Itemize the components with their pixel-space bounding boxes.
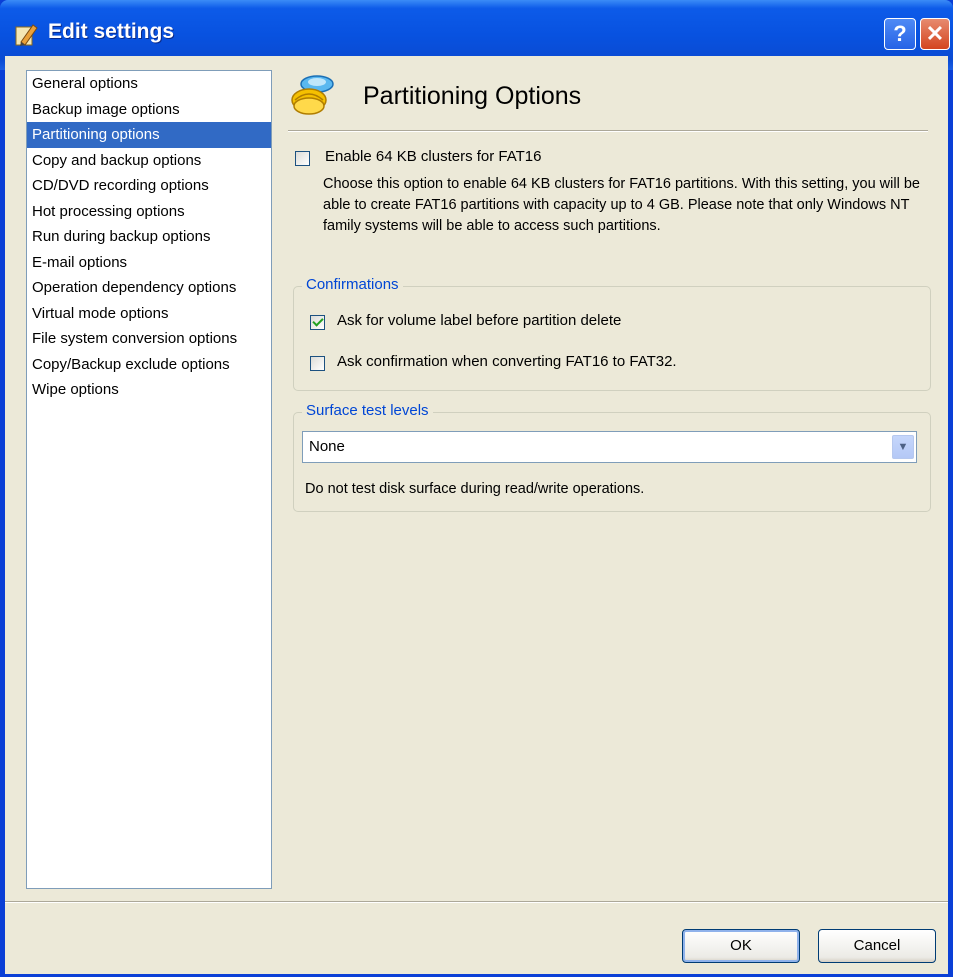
dropdown-arrow-icon[interactable]: ▼	[892, 435, 914, 459]
ask-convert-fat32-checkbox[interactable]	[310, 356, 325, 371]
surface-test-description: Do not test disk surface during read/wri…	[305, 481, 645, 497]
nav-item-wipe-options[interactable]: Wipe options	[27, 377, 271, 403]
confirmations-group: Confirmations	[293, 276, 931, 391]
nav-item-file-system-conversion-options[interactable]: File system conversion options	[27, 326, 271, 352]
confirmations-group-title: Confirmations	[302, 276, 403, 293]
nav-item-virtual-mode-options[interactable]: Virtual mode options	[27, 301, 271, 327]
help-button[interactable]: ?	[884, 18, 916, 50]
nav-item-run-during-backup-options[interactable]: Run during backup options	[27, 224, 271, 250]
enable-64kb-clusters-description: Choose this option to enable 64 KB clust…	[323, 176, 920, 234]
options-category-list[interactable]: General options Backup image options Parti…	[26, 70, 272, 889]
nav-item-partitioning-options[interactable]: Partitioning options	[27, 122, 271, 148]
ask-volume-label-label[interactable]: Ask for volume label before partition de…	[337, 312, 621, 329]
enable-64kb-clusters-label[interactable]: Enable 64 KB clusters for FAT16	[325, 148, 542, 165]
nav-item-e-mail-options[interactable]: E-mail options	[27, 250, 271, 276]
nav-item-copy-backup-exclude-options[interactable]: Copy/Backup exclude options	[27, 352, 271, 378]
nav-item-copy-and-backup-options[interactable]: Copy and backup options	[27, 148, 271, 174]
close-button[interactable]: ✕	[920, 18, 950, 50]
nav-item-general-options[interactable]: General options	[27, 71, 271, 97]
nav-item-backup-image-options[interactable]: Backup image options	[27, 97, 271, 123]
header-divider	[288, 130, 928, 132]
ok-button[interactable]: OK	[682, 929, 800, 963]
cancel-button[interactable]: Cancel	[818, 929, 936, 963]
nav-item-hot-processing-options[interactable]: Hot processing options	[27, 199, 271, 225]
surface-test-level-select[interactable]: None ▼	[302, 431, 917, 463]
edit-settings-icon	[15, 24, 38, 46]
ask-volume-label-checkbox[interactable]	[310, 315, 325, 330]
nav-item-cd-dvd-recording-options[interactable]: CD/DVD recording options	[27, 173, 271, 199]
page-title: Partitioning Options	[363, 82, 582, 110]
window-title: Edit settings	[48, 20, 175, 43]
ask-convert-fat32-label[interactable]: Ask confirmation when converting FAT16 t…	[337, 353, 677, 370]
surface-test-level-value: None	[309, 438, 345, 455]
nav-item-operation-dependency-options[interactable]: Operation dependency options	[27, 275, 271, 301]
partition-disks-icon	[291, 75, 334, 115]
dialog-client-area: General options Backup image options Parti…	[5, 56, 948, 974]
edit-settings-window: Edit settings ? ✕ General options Backup …	[0, 0, 953, 977]
enable-64kb-clusters-checkbox[interactable]	[295, 151, 310, 166]
surface-test-levels-title: Surface test levels	[302, 402, 433, 419]
footer-divider	[5, 901, 948, 903]
partitioning-options-panel: Partitioning Options Enable 64 KB cluste…	[285, 56, 935, 896]
